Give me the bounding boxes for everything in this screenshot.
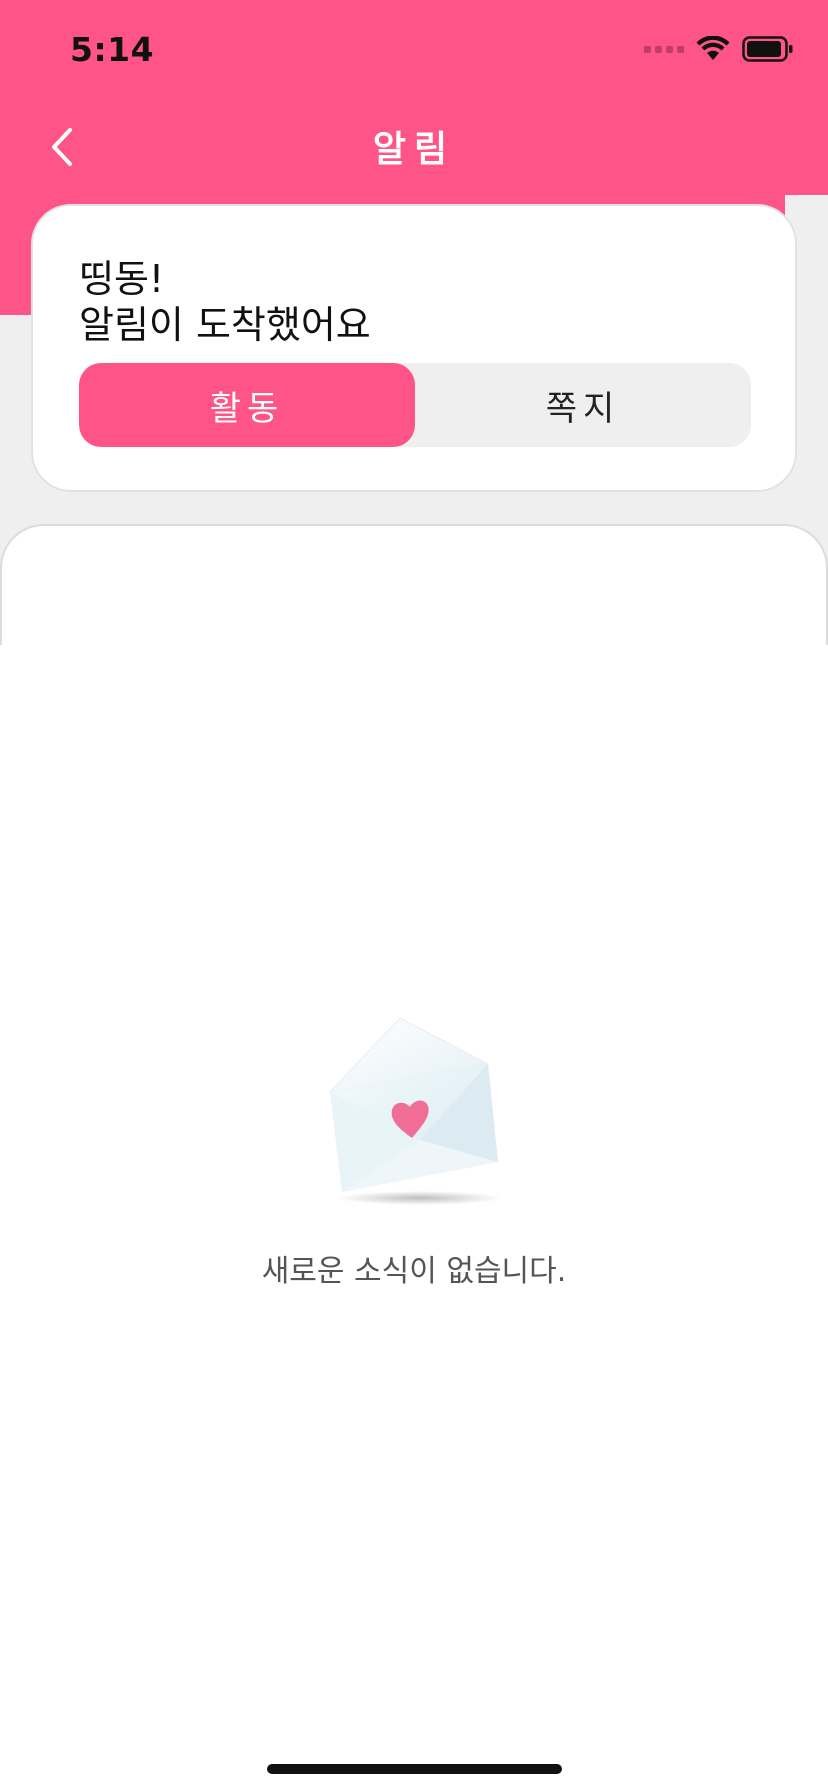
tab-messages[interactable]: 쪽지 xyxy=(415,363,751,447)
empty-state-message: 새로운 소식이 없습니다. xyxy=(261,1254,567,1289)
page-title: 알림 xyxy=(372,129,456,170)
greeting-line-2: 알림이 도착했어요 xyxy=(79,303,371,347)
content-area xyxy=(0,645,828,1792)
home-indicator xyxy=(267,1764,562,1774)
cellular-signal-icon xyxy=(644,45,684,53)
status-icons xyxy=(644,34,794,64)
notifications-screen: 5:14 알림 띵동! 알림이 도착했어요 활동 쪽지 새로운 소식이 없습니다… xyxy=(0,0,828,1792)
tab-segmented-control: 활동 쪽지 xyxy=(79,363,751,447)
status-time: 5:14 xyxy=(70,30,155,69)
battery-icon xyxy=(742,36,793,62)
tab-activity[interactable]: 활동 xyxy=(79,363,415,447)
wifi-icon xyxy=(696,36,730,60)
greeting-card: 띵동! 알림이 도착했어요 활동 쪽지 xyxy=(31,204,797,492)
envelope-heart-icon xyxy=(328,1017,502,1205)
